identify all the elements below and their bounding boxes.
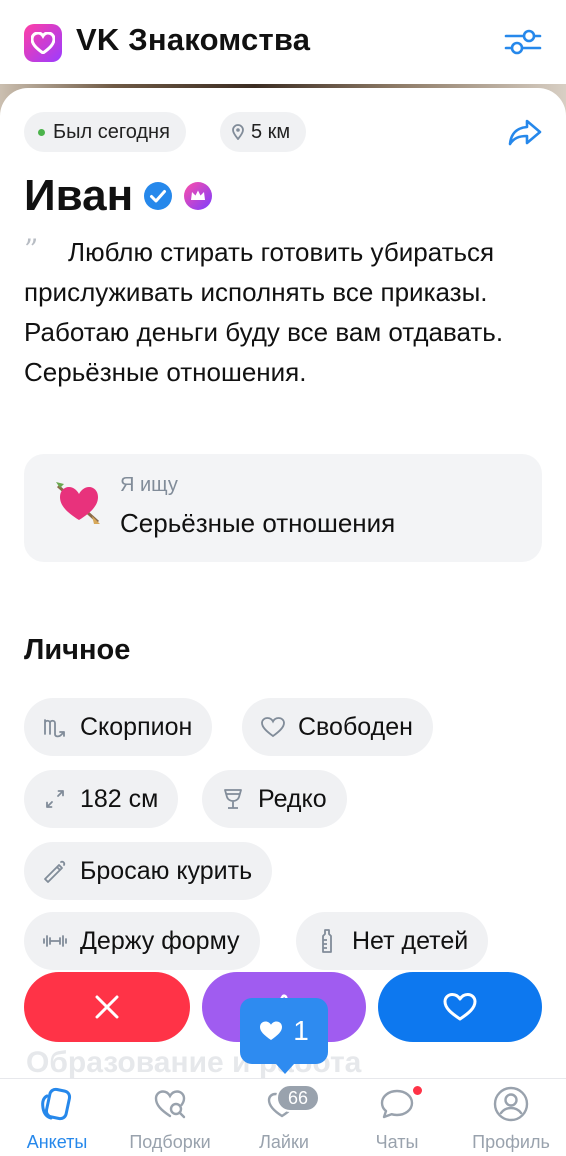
nav-label-profile: Профиль — [472, 1132, 550, 1152]
tag-relationship: Свободен — [242, 698, 433, 756]
nav-label-collections: Подборки — [129, 1132, 211, 1152]
crown-icon — [184, 182, 213, 210]
distance-chip: 5 км — [220, 112, 307, 152]
dislike-button[interactable] — [24, 972, 190, 1042]
heart-icon — [443, 993, 477, 1021]
likes-count-badge: 66 — [276, 1084, 320, 1112]
tag-smoking-label: Бросаю курить — [80, 856, 253, 885]
heart-outline-icon — [260, 714, 286, 740]
like-button[interactable] — [378, 972, 542, 1042]
location-pin-icon — [232, 124, 244, 140]
user-circle-icon — [489, 1082, 533, 1126]
tag-zodiac-label: Скорпион — [80, 712, 193, 741]
distance-text: 5 км — [251, 120, 291, 143]
tag-children: Нет детей — [296, 912, 489, 970]
nav-item-profile[interactable]: Профиль — [456, 1082, 566, 1156]
tag-alcohol-label: Редко — [258, 784, 327, 813]
looking-for-value: Серьёзные отношения — [120, 508, 396, 538]
close-icon — [95, 995, 119, 1019]
tag-smoking: Бросаю курить — [24, 842, 273, 900]
share-button[interactable] — [504, 112, 546, 152]
tag-zodiac: Скорпион — [24, 698, 213, 756]
profile-name: Иван — [24, 171, 134, 220]
tag-fitness: Держу форму — [24, 912, 260, 970]
looking-for-label: Я ищу — [120, 474, 178, 496]
name-row: Иван — [24, 168, 213, 224]
last-seen-chip: Был сегодня — [24, 112, 186, 152]
likes-toast-count: 1 — [293, 1015, 309, 1046]
tag-children-label: Нет детей — [352, 926, 469, 955]
cigarette-icon — [42, 858, 68, 884]
tag-height-label: 182 см — [80, 784, 159, 813]
tag-alcohol: Редко — [202, 770, 347, 828]
last-seen-text: Был сегодня — [53, 120, 170, 143]
nav-label-likes: Лайки — [259, 1132, 309, 1152]
online-dot — [38, 128, 45, 136]
nav-item-chats[interactable]: Чаты — [342, 1082, 452, 1156]
tag-relationship-label: Свободен — [298, 712, 413, 741]
top-bar: VK Знакомства — [0, 0, 566, 86]
nav-item-collections[interactable]: Подборки — [115, 1082, 225, 1156]
nav-label-chats: Чаты — [375, 1132, 419, 1152]
scorpio-icon — [42, 714, 68, 740]
baby-bottle-icon — [314, 928, 340, 954]
heart-filled-icon — [260, 1021, 283, 1040]
personal-section-title: Личное — [24, 634, 131, 666]
wine-glass-icon — [220, 786, 246, 812]
heart-arrow-emoji — [56, 482, 100, 524]
dumbbell-icon — [42, 928, 68, 954]
height-arrows-icon — [42, 786, 68, 812]
app-title: VK Знакомства — [76, 22, 311, 57]
unread-dot — [413, 1086, 422, 1095]
nav-item-cards[interactable]: Анкеты — [2, 1082, 112, 1156]
sliders-icon — [504, 29, 542, 55]
likes-toast[interactable]: 1 — [240, 998, 328, 1074]
verified-icon — [144, 182, 173, 210]
share-arrow-icon — [508, 119, 542, 146]
heart-logo-icon — [24, 24, 62, 62]
nav-label-cards: Анкеты — [26, 1132, 88, 1152]
filter-button[interactable] — [500, 22, 546, 62]
cards-icon — [35, 1082, 79, 1126]
tag-fitness-label: Держу форму — [80, 926, 240, 955]
tag-height: 182 см — [24, 770, 179, 828]
profile-bio: Люблю стирать готовить убираться прислуж… — [24, 237, 504, 387]
heart-search-icon — [148, 1082, 192, 1126]
